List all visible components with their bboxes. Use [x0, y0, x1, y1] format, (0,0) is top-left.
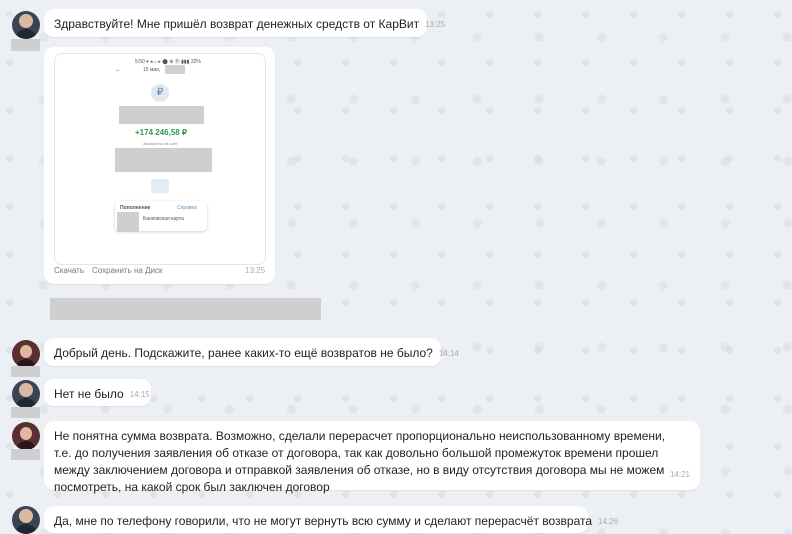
message-bubble: Да, мне по телефону говорили, что не мог…	[44, 506, 618, 533]
message-bubble: Здравствуйте! Мне пришёл возврат денежны…	[44, 9, 445, 37]
redacted-name	[11, 39, 40, 51]
message-time: 14:21	[669, 470, 690, 479]
status-bar: 5:50 ▾ ◂ ⌂ ▸ ⬤ ⊕ Ⓡ ▮▮▮ 32%	[135, 59, 201, 65]
card-subtitle: Банковская карта	[143, 216, 184, 222]
operator-avatar[interactable]	[12, 422, 40, 450]
message-text: Нет не было	[54, 387, 124, 401]
redacted-system-message	[50, 298, 321, 320]
save-to-disk-link[interactable]: Сохранить на Диск	[92, 266, 162, 275]
attachment-image[interactable]: 5:50 ▾ ◂ ⌂ ▸ ⬤ ⊕ Ⓡ ▮▮▮ 32% ← 15 мая, ₽ +…	[54, 53, 266, 265]
message-text: Да, мне по телефону говорили, что не мог…	[54, 514, 593, 528]
message-bubble: Не понятна сумма возврата. Возможно, сде…	[44, 421, 700, 494]
message-time: 14:15	[129, 390, 150, 400]
message-text: Здравствуйте! Мне пришёл возврат денежны…	[54, 17, 420, 31]
card-link: Справка	[177, 205, 197, 211]
user-avatar[interactable]	[12, 506, 40, 534]
receipt-date: 15 мая,	[143, 67, 161, 73]
transfer-amount: +174 246,58 ₽	[135, 128, 188, 137]
attachment-bubble: 5:50 ▾ ◂ ⌂ ▸ ⬤ ⊕ Ⓡ ▮▮▮ 32% ← 15 мая, ₽ +…	[44, 47, 275, 284]
message-time: 14:26	[598, 517, 619, 527]
operator-avatar[interactable]	[12, 340, 40, 368]
redacted-sender	[119, 106, 204, 124]
user-avatar[interactable]	[12, 11, 40, 39]
user-avatar[interactable]	[12, 380, 40, 408]
message-time: 14:14	[438, 349, 459, 359]
attachment-time: 13:25	[245, 266, 266, 275]
card-title: Пополнение	[120, 205, 151, 211]
message-bubble: Нет не было 14:15	[44, 379, 151, 406]
message-text: Не понятна сумма возврата. Возможно, сде…	[54, 429, 666, 494]
redacted-name	[11, 449, 40, 460]
redacted-date	[165, 65, 185, 74]
redacted-card	[117, 212, 139, 232]
redacted-name	[11, 366, 40, 377]
redacted-name	[11, 407, 40, 418]
message-time: 13:25	[425, 20, 446, 30]
attachment-actions: Скачать Сохранить на Диск	[54, 266, 170, 275]
share-icon	[151, 179, 169, 193]
download-link[interactable]: Скачать	[54, 266, 84, 275]
message-bubble: Добрый день. Подскажите, ранее каких-то …	[44, 338, 459, 366]
transfer-caption: Зачислено на счёт	[143, 141, 178, 146]
ruble-icon: ₽	[151, 84, 169, 102]
redacted-details	[115, 148, 212, 172]
back-arrow-icon: ←	[115, 67, 121, 73]
message-text: Добрый день. Подскажите, ранее каких-то …	[54, 346, 433, 360]
